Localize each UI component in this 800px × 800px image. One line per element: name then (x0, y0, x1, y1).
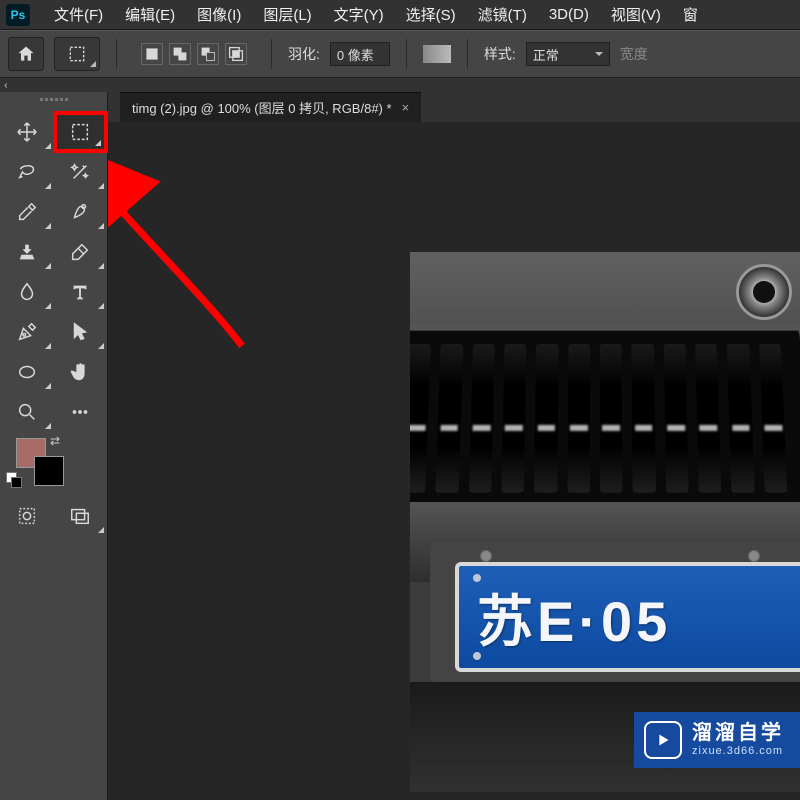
menu-filter[interactable]: 滤镜(T) (468, 0, 537, 29)
lasso-tool[interactable] (0, 152, 54, 192)
car-grille (410, 325, 800, 513)
watermark: 溜溜自学 zixue.3d66.com (634, 712, 800, 768)
feather-label: 羽化: (288, 44, 320, 64)
rectangular-marquee-tool[interactable] (54, 112, 108, 152)
separator (467, 39, 468, 69)
canvas[interactable]: 苏E·05 溜溜自学 zixue.3d66.com (108, 122, 800, 800)
ellipse-tool[interactable] (0, 352, 54, 392)
healing-brush-tool[interactable] (54, 192, 108, 232)
move-tool[interactable] (0, 112, 54, 152)
clone-stamp-tool[interactable] (0, 232, 54, 272)
selection-subtract[interactable] (197, 43, 219, 65)
annotation-arrow (108, 166, 272, 366)
separator (406, 39, 407, 69)
menu-view[interactable]: 视图(V) (601, 0, 671, 29)
edit-toolbar[interactable] (54, 392, 108, 432)
panel-collapse-strip[interactable]: ‹‹ (0, 78, 800, 92)
separator (116, 39, 117, 69)
home-icon (16, 44, 36, 64)
watermark-title: 溜溜自学 (692, 722, 784, 745)
menu-image[interactable]: 图像(I) (187, 0, 251, 29)
watermark-url: zixue.3d66.com (692, 745, 784, 758)
pen-tool[interactable] (0, 312, 54, 352)
selection-new[interactable] (141, 43, 163, 65)
selection-add[interactable] (169, 43, 191, 65)
antialias-icon[interactable] (423, 45, 451, 63)
marquee-icon (67, 44, 87, 64)
collapse-chevrons-icon: ‹‹ (4, 80, 5, 91)
workspace: ⇄ timg (2).jpg @ 100% (图层 0 拷贝, RGB/8#) … (0, 92, 800, 800)
type-tool[interactable] (54, 272, 108, 312)
background-color[interactable] (34, 456, 64, 486)
menu-edit[interactable]: 编辑(E) (115, 0, 185, 29)
menu-3d[interactable]: 3D(D) (539, 2, 599, 27)
path-selection-tool[interactable] (54, 312, 108, 352)
license-plate: 苏E·05 (455, 562, 800, 672)
document-area: timg (2).jpg @ 100% (图层 0 拷贝, RGB/8#) * … (108, 92, 800, 800)
eyedropper-tool[interactable] (0, 192, 54, 232)
menu-type[interactable]: 文字(Y) (324, 0, 394, 29)
selection-intersect[interactable] (225, 43, 247, 65)
width-label: 宽度 (620, 44, 648, 64)
default-colors-icon[interactable] (6, 472, 20, 486)
document-tab-title: timg (2).jpg @ 100% (图层 0 拷贝, RGB/8#) * (132, 98, 392, 117)
panel-grip[interactable] (0, 98, 107, 108)
car-emblem (736, 264, 792, 320)
menu-file[interactable]: 文件(F) (44, 0, 113, 29)
canvas-image: 苏E·05 溜溜自学 zixue.3d66.com (410, 252, 800, 792)
license-plate-text: 苏E·05 (477, 577, 671, 658)
quick-mask-tool[interactable] (0, 496, 54, 536)
close-icon[interactable]: × (402, 100, 410, 115)
options-bar: 羽化: 样式: 正常 宽度 (0, 30, 800, 78)
chevron-down-icon (595, 52, 603, 60)
style-value: 正常 (533, 45, 559, 64)
feather-input[interactable] (330, 42, 390, 66)
home-button[interactable] (8, 37, 44, 71)
screen-mode-tool[interactable] (54, 496, 108, 536)
swap-colors-icon[interactable]: ⇄ (50, 434, 60, 448)
app-logo: Ps (6, 4, 30, 26)
separator (271, 39, 272, 69)
tool-preset-picker[interactable] (54, 37, 100, 71)
menu-select[interactable]: 选择(S) (396, 0, 466, 29)
menu-window[interactable]: 窗 (673, 0, 708, 29)
color-swatches: ⇄ (0, 432, 107, 492)
menu-layer[interactable]: 图层(L) (253, 0, 321, 29)
selection-mode-group (133, 43, 255, 65)
style-label: 样式: (484, 44, 516, 64)
document-tab[interactable]: timg (2).jpg @ 100% (图层 0 拷贝, RGB/8#) * … (120, 92, 421, 122)
tools-panel: ⇄ (0, 92, 108, 800)
magic-wand-tool[interactable] (54, 152, 108, 192)
watermark-logo-icon (644, 721, 682, 759)
menu-bar: Ps 文件(F) 编辑(E) 图像(I) 图层(L) 文字(Y) 选择(S) 滤… (0, 0, 800, 30)
style-select[interactable]: 正常 (526, 42, 610, 66)
hand-tool[interactable] (54, 352, 108, 392)
zoom-tool[interactable] (0, 392, 54, 432)
blur-tool[interactable] (0, 272, 54, 312)
eraser-tool[interactable] (54, 232, 108, 272)
document-tab-bar: timg (2).jpg @ 100% (图层 0 拷贝, RGB/8#) * … (108, 92, 800, 122)
